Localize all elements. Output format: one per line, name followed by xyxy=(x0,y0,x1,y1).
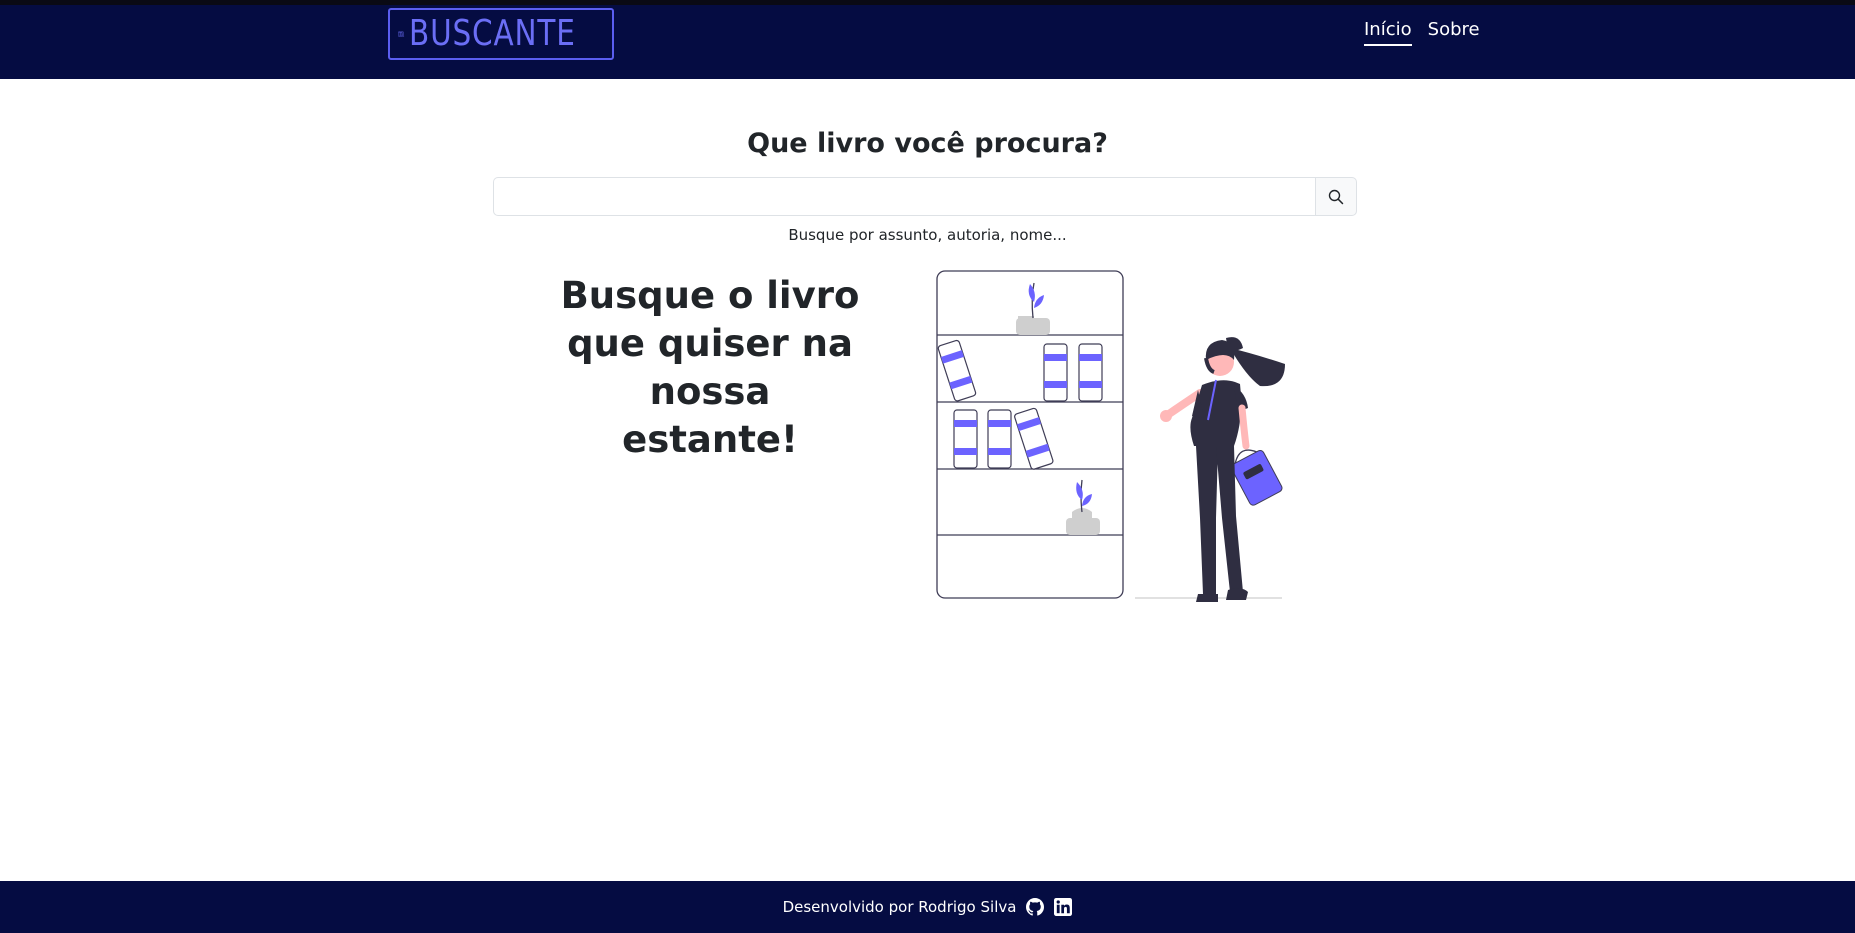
nav-link-inicio[interactable]: Início xyxy=(1364,19,1412,46)
brand-logo[interactable]: BUSCANTE xyxy=(388,8,614,60)
page-footer: Desenvolvido por Rodrigo Silva xyxy=(0,881,1855,933)
footer-credit: Desenvolvido por Rodrigo Silva xyxy=(782,898,1017,916)
books-icon xyxy=(398,31,405,37)
hero-text: Busque o livro que quiser na nossa estan… xyxy=(560,274,860,461)
linkedin-icon[interactable] xyxy=(1054,898,1073,916)
search-input[interactable] xyxy=(493,177,1315,216)
search-icon xyxy=(1328,189,1344,204)
brand-name: BUSCANTE xyxy=(408,13,576,54)
top-navbar: BUSCANTE Início Sobre xyxy=(0,0,1855,79)
search-heading: Que livro você procura? xyxy=(747,128,1108,159)
main-nav: Início Sobre xyxy=(1364,19,1480,46)
search-bar xyxy=(493,177,1357,216)
bookshelf-woman-illustration xyxy=(936,270,1285,602)
search-button[interactable] xyxy=(1315,177,1357,216)
search-hint: Busque por assunto, autoria, nome... xyxy=(788,226,1067,244)
github-icon[interactable] xyxy=(1026,898,1045,916)
nav-link-sobre[interactable]: Sobre xyxy=(1428,19,1480,46)
